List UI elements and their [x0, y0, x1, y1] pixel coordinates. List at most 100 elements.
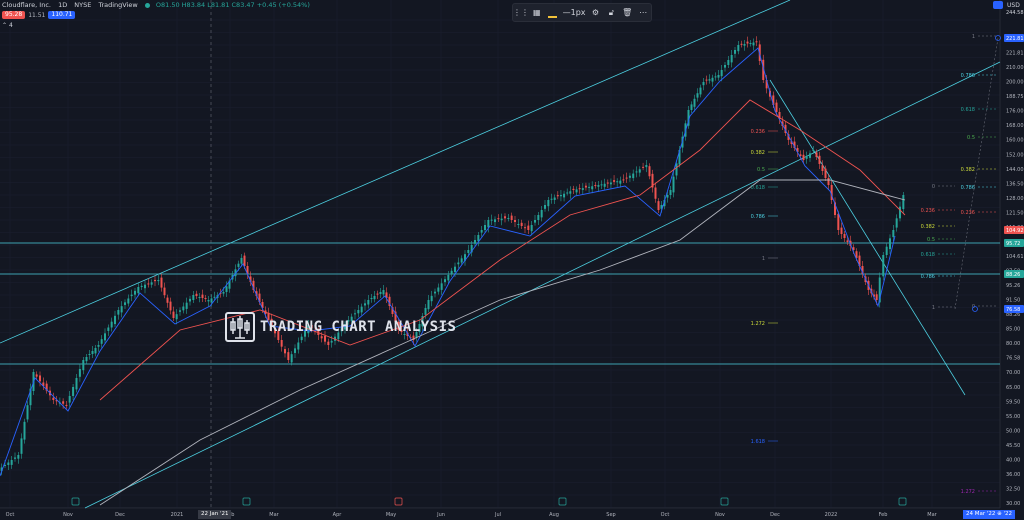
sell-button[interactable]: 95.28	[2, 11, 26, 19]
candle-body	[207, 300, 210, 302]
symbol-name[interactable]: Cloudflare, Inc.	[2, 1, 51, 9]
time-tick-label: 2022	[825, 512, 838, 518]
candle-body	[550, 198, 553, 200]
candle-body	[895, 218, 898, 228]
watermark: TRADING CHART ANALYSIS	[225, 312, 456, 342]
candle-body	[510, 215, 513, 220]
time-tick-label: Sep	[606, 512, 615, 518]
candle-body	[569, 191, 572, 194]
interval-label[interactable]: 1D	[58, 1, 67, 9]
earnings-icon	[242, 497, 251, 506]
candle-body	[198, 297, 201, 298]
candle-body	[175, 314, 178, 320]
candle-body	[189, 298, 191, 302]
candle-body	[201, 294, 204, 298]
candle-body	[702, 82, 705, 86]
price-tick-label: 59.50	[1006, 399, 1020, 405]
time-tick-label: Dec	[115, 512, 125, 518]
candle-body	[39, 375, 41, 382]
price-tick-label: 76.58	[1006, 356, 1020, 362]
candle-body	[699, 87, 702, 95]
lock-icon[interactable]: 🔓︎	[606, 7, 617, 18]
current-time-label[interactable]: 24 Mar '22 ⊕ '22	[963, 510, 1015, 519]
candle-body	[892, 230, 895, 238]
fib-right-label: 0.236	[961, 210, 975, 216]
candle-body	[52, 397, 55, 400]
fib-left-label: 1	[762, 256, 765, 262]
candle-body	[35, 374, 38, 377]
price-marker-label: 88.26	[1006, 272, 1020, 278]
drag-handle-icon[interactable]: ⋮⋮	[513, 7, 529, 18]
candle-body	[185, 302, 188, 309]
candle-body	[645, 165, 648, 168]
candle-body	[427, 300, 430, 310]
time-tick-label: Mar	[927, 512, 937, 518]
price-tick-label: 36.00	[1006, 472, 1020, 478]
templates-icon[interactable]: ▦	[531, 7, 542, 18]
candle-body	[487, 220, 490, 228]
spread-label: 11.51	[28, 11, 46, 19]
time-tick-label: Feb	[879, 512, 888, 518]
candle-body	[243, 255, 246, 266]
candle-body	[195, 293, 198, 296]
chevron-up-icon: ⌃	[2, 22, 9, 29]
market-status-icon	[144, 2, 150, 8]
candle-body	[600, 184, 603, 186]
candle-body	[237, 263, 240, 267]
price-tick-label: 210.00	[1006, 65, 1024, 71]
price-tick-label: 168.00	[1006, 123, 1024, 129]
settings-gear-icon[interactable]: ⚙	[590, 7, 601, 18]
price-tick-label: 152.00	[1006, 152, 1024, 158]
candle-body	[581, 188, 584, 190]
time-tick-label: Dec	[770, 512, 780, 518]
price-tick-label: 176.00	[1006, 109, 1024, 115]
candle-body	[457, 262, 460, 265]
candle-body	[752, 42, 755, 46]
price-tick-label: 80.00	[1006, 341, 1020, 347]
delete-trash-icon[interactable]: 🗑︎	[622, 7, 633, 18]
price-tick-label: 32.50	[1006, 486, 1020, 492]
candle-body	[160, 277, 163, 288]
earnings-icon	[898, 497, 907, 506]
candle-body	[477, 235, 480, 242]
candle-body	[192, 295, 195, 301]
candle-body	[616, 181, 619, 183]
time-tick-label: Mar	[269, 512, 279, 518]
time-tick-label: Jun	[436, 512, 445, 518]
candle-body	[672, 176, 675, 193]
candle-body	[107, 327, 110, 331]
price-chart[interactable]: 240.00221.81210.00200.00188.75176.00168.…	[0, 0, 1024, 520]
candle-body	[809, 153, 811, 158]
candle-body	[10, 460, 13, 465]
candle-body	[746, 41, 749, 44]
candle-body	[840, 227, 843, 234]
candle-body	[91, 351, 94, 354]
account-icon[interactable]	[993, 1, 1003, 9]
price-tick-label: 121.50	[1006, 210, 1024, 216]
earnings-icon	[558, 497, 567, 506]
candle-body	[638, 169, 641, 173]
candle-body	[775, 102, 778, 112]
candle-body	[584, 185, 587, 188]
earnings-icon	[394, 497, 403, 506]
fib-right-label: 1.272	[961, 489, 975, 495]
candle-body	[287, 352, 290, 360]
candle-body	[821, 165, 824, 171]
line-width-label: 1px	[570, 8, 586, 17]
indicators-toggle[interactable]: ⌃ 4	[2, 22, 13, 29]
price-tick-label: 136.50	[1006, 181, 1024, 187]
candle-body	[294, 348, 296, 353]
line-width-button[interactable]: — 1px	[563, 7, 586, 18]
candlestick-logo-icon	[225, 312, 255, 342]
buy-button[interactable]: 110.71	[48, 11, 76, 19]
candle-body	[434, 291, 436, 294]
candle-body	[705, 79, 708, 81]
color-pen-icon[interactable]	[547, 7, 558, 18]
fib-right-label: 0.5	[967, 135, 975, 141]
currency-label[interactable]: USD	[1007, 2, 1020, 9]
more-icon[interactable]: ⋯	[638, 7, 649, 18]
candle-body	[484, 225, 486, 230]
candle-body	[144, 284, 146, 289]
candle-body	[114, 315, 116, 325]
candle-body	[150, 282, 153, 285]
